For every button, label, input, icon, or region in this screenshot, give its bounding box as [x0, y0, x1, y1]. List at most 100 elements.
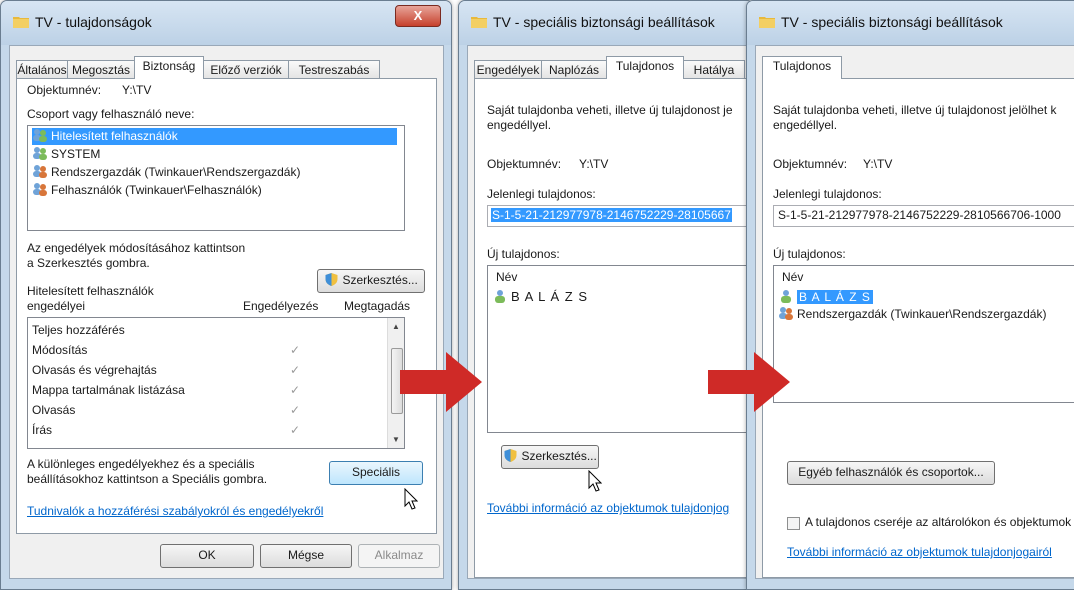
tab-effective[interactable]: Hatálya: [683, 60, 745, 79]
users-icon: [779, 307, 793, 320]
current-owner-value: S-1-5-21-212977978-2146752229-2810566706…: [778, 208, 1061, 222]
list-item[interactable]: SYSTEM: [32, 146, 100, 163]
dialog-body: Általános Megosztás Biztonság Előző verz…: [9, 45, 444, 579]
more-info-link[interactable]: További információ az objektumok tulajdo…: [787, 545, 1052, 559]
dialog-body: Tulajdonos Saját tulajdonba veheti, ille…: [755, 45, 1074, 579]
owner-name: Rendszergazdák (Twinkauer\Rendszergazdák…: [797, 307, 1047, 321]
permission-row: Olvasás és végrehajtás ✓: [32, 362, 372, 379]
tab-owner[interactable]: Tulajdonos: [606, 56, 684, 79]
user-list[interactable]: Hitelesített felhasználók SYSTEM Rendsze…: [27, 125, 405, 231]
object-name-value: Y:\TV: [863, 157, 893, 171]
window-title: TV - tulajdonságok: [35, 14, 152, 30]
permission-name: Olvasás és végrehajtás: [32, 363, 157, 377]
tab-auditing[interactable]: Naplózás: [541, 60, 607, 79]
title-bar[interactable]: TV - speciális biztonsági beállítások: [459, 1, 753, 45]
edit-hint-2: a Szerkesztés gombra.: [27, 256, 150, 270]
user-icon: [495, 290, 505, 303]
properties-window: TV - tulajdonságok X Általános Megosztás…: [0, 0, 452, 590]
name-column-header: Név: [496, 270, 518, 284]
shield-icon: [325, 273, 338, 286]
users-icon: [33, 165, 47, 178]
cancel-button[interactable]: Mégse: [260, 544, 352, 568]
mouse-cursor-icon: [588, 470, 602, 492]
arrow-right-icon: [708, 352, 790, 412]
object-name-value: Y:\TV: [579, 157, 609, 171]
list-item[interactable]: Rendszergazdák (Twinkauer\Rendszergazdák…: [32, 164, 300, 181]
tab-sharing[interactable]: Megosztás: [67, 60, 135, 79]
title-bar[interactable]: TV - speciális biztonsági beállítások: [747, 1, 1074, 45]
scroll-down-icon[interactable]: ▼: [392, 435, 400, 444]
permission-list[interactable]: Teljes hozzáférés Módosítás ✓ Olvasás és …: [27, 317, 405, 449]
list-item[interactable]: B A L Á Z S: [492, 288, 588, 305]
user-icon: [781, 290, 791, 303]
edit-button-label: Szerkesztés...: [342, 273, 418, 287]
allow-check: ✓: [290, 363, 301, 377]
permission-name: Teljes hozzáférés: [32, 323, 125, 337]
permission-name: Olvasás: [32, 403, 76, 417]
allow-header: Engedélyezés: [243, 299, 319, 313]
users-icon: [33, 129, 47, 142]
permission-name: Módosítás: [32, 343, 88, 357]
permission-row: Írás ✓: [32, 422, 372, 439]
perm-header-2: engedélyei: [27, 299, 86, 313]
list-item[interactable]: Hitelesített felhasználók: [32, 128, 397, 145]
description: Saját tulajdonba veheti, illetve új tula…: [773, 103, 1057, 117]
object-name-label: Objektumnév:: [773, 157, 848, 171]
users-icon: [33, 147, 47, 160]
object-name-value: Y:\TV: [122, 83, 152, 97]
object-name-label: Objektumnév:: [487, 157, 562, 171]
edit-button[interactable]: Szerkesztés...: [501, 445, 599, 469]
scroll-up-icon[interactable]: ▲: [392, 322, 400, 331]
edit-button-label: Szerkesztés...: [521, 449, 597, 463]
tab-previous-versions[interactable]: Előző verziók: [203, 60, 289, 79]
advanced-security-window: TV - speciális biztonsági beállítások En…: [458, 0, 754, 590]
allow-check: ✓: [290, 343, 301, 357]
group-label: Csoport vagy felhasználó neve:: [27, 107, 195, 121]
mouse-cursor-icon: [404, 488, 418, 510]
current-owner-field[interactable]: S-1-5-21-212977978-2146752229-28105667: [487, 205, 753, 227]
users-icon: [33, 183, 47, 196]
tab-permissions[interactable]: Engedélyek: [474, 60, 542, 79]
current-owner-field[interactable]: S-1-5-21-212977978-2146752229-2810566706…: [773, 205, 1074, 227]
description-2: engedéllyel.: [773, 118, 838, 132]
new-owner-list[interactable]: Név B A L Á Z S Rendszergazdák (Twinkaue…: [773, 265, 1074, 403]
close-button[interactable]: X: [395, 5, 441, 27]
allow-check: ✓: [290, 423, 301, 437]
tab-general[interactable]: Általános: [16, 60, 68, 79]
description-2: engedéllyel.: [487, 118, 552, 132]
tab-owner[interactable]: Tulajdonos: [762, 56, 842, 79]
user-name: Felhasználók (Twinkauer\Felhasználók): [51, 183, 262, 197]
dialog-body: Engedélyek Naplózás Tulajdonos Hatálya S…: [467, 45, 753, 579]
window-title: TV - speciális biztonsági beállítások: [493, 14, 715, 30]
title-bar[interactable]: TV - tulajdonságok X: [1, 1, 451, 45]
replace-owner-checkbox[interactable]: [787, 517, 800, 530]
folder-icon: [13, 17, 29, 28]
edit-button[interactable]: Szerkesztés...: [317, 269, 425, 293]
arrow-right-icon: [400, 352, 482, 412]
permission-name: Írás: [32, 423, 53, 437]
folder-icon: [759, 17, 775, 28]
more-info-link[interactable]: További információ az objektumok tulajdo…: [487, 501, 729, 515]
new-owner-label: Új tulajdonos:: [773, 247, 846, 261]
current-owner-label: Jelenlegi tulajdonos:: [773, 187, 882, 201]
tab-security[interactable]: Biztonság: [134, 56, 204, 79]
permission-row: Módosítás ✓: [32, 342, 372, 359]
list-item[interactable]: Felhasználók (Twinkauer\Felhasználók): [32, 182, 262, 199]
help-link[interactable]: Tudnivalók a hozzáférési szabályokról és…: [27, 504, 323, 518]
security-panel: Objektumnév: Y:\TV Csoport vagy felhaszn…: [16, 78, 437, 534]
permission-row: Teljes hozzáférés: [32, 322, 372, 339]
tab-customize[interactable]: Testreszabás: [288, 60, 380, 79]
ok-button[interactable]: OK: [160, 544, 254, 568]
permission-row: Olvasás ✓: [32, 402, 372, 419]
window-title: TV - speciális biztonsági beállítások: [781, 14, 1003, 30]
apply-button: Alkalmaz: [358, 544, 440, 568]
user-name: SYSTEM: [51, 147, 101, 161]
other-users-button[interactable]: Egyéb felhasználók és csoportok...: [787, 461, 995, 485]
permission-row: Mappa tartalmának listázása ✓: [32, 382, 372, 399]
perm-header: Hitelesített felhasználók: [27, 284, 154, 298]
current-owner-label: Jelenlegi tulajdonos:: [487, 187, 596, 201]
edit-hint: Az engedélyek módosításához kattintson: [27, 241, 246, 255]
list-item[interactable]: B A L Á Z S: [778, 288, 873, 305]
list-item[interactable]: Rendszergazdák (Twinkauer\Rendszergazdák…: [778, 306, 1046, 323]
special-button[interactable]: Speciális: [329, 461, 423, 485]
